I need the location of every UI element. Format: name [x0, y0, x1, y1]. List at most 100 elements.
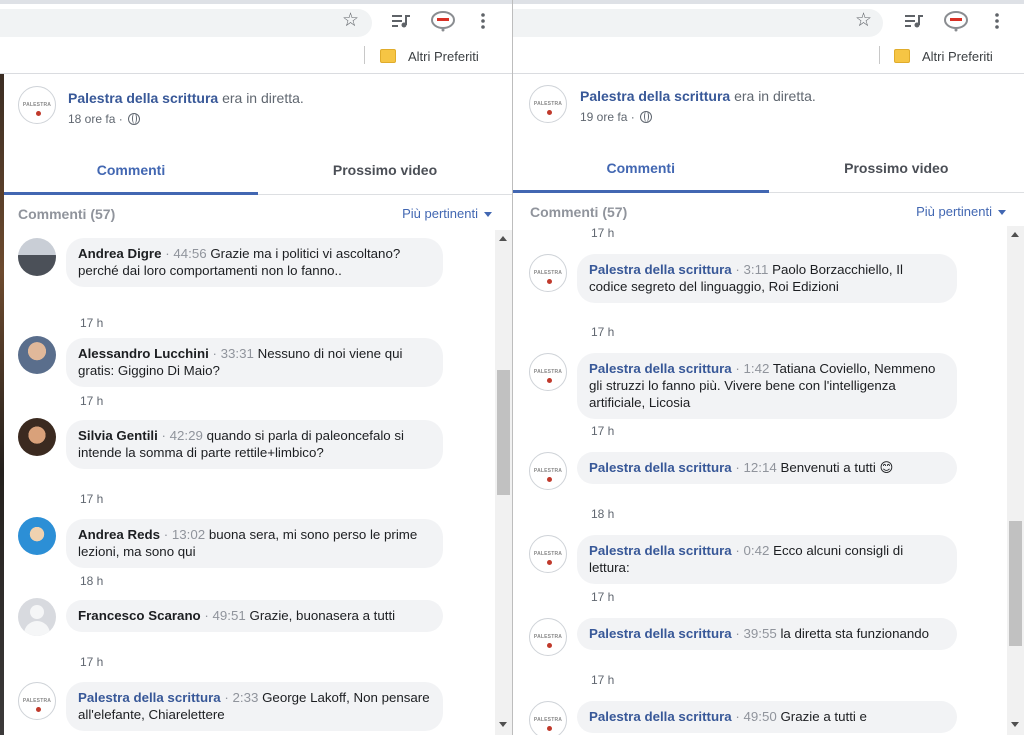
comment-bubble: Palestra della scrittura · 39:55 la dire… [577, 618, 957, 650]
avatar[interactable] [18, 418, 56, 456]
comment-video-timestamp[interactable]: 3:11 [743, 262, 768, 277]
comment-author[interactable]: Andrea Reds [78, 527, 160, 542]
address-bar[interactable] [513, 9, 883, 37]
bookmark-folder-other[interactable]: Altri Preferiti [894, 46, 993, 66]
comment-video-timestamp[interactable]: 1:42 [743, 361, 769, 376]
comment-video-timestamp[interactable]: 39:55 [743, 626, 776, 641]
address-bar[interactable] [0, 9, 372, 37]
comment-video-timestamp[interactable]: 13:02 [172, 527, 205, 542]
comment-time[interactable]: 17 h [591, 673, 614, 687]
comment-time[interactable]: 17 h [591, 424, 614, 438]
comment-video-timestamp[interactable]: 44:56 [173, 246, 206, 261]
kebab-menu-icon[interactable] [986, 10, 1008, 32]
scrollbar-thumb[interactable] [1009, 521, 1022, 646]
extension-icon[interactable] [943, 10, 969, 32]
avatar[interactable] [18, 598, 56, 636]
comment-time[interactable]: 17 h [591, 590, 614, 604]
bookmark-folder-other[interactable]: Altri Preferiti [380, 46, 479, 66]
avatar[interactable] [18, 238, 56, 276]
post-header: PALESTRA Palestra della scrittura era in… [4, 74, 512, 140]
scrollbar-thumb[interactable] [497, 370, 510, 495]
comment-author[interactable]: Alessandro Lucchini [78, 346, 209, 361]
comments-count: Commenti (57) [530, 204, 628, 220]
post-time-text: 19 ore fa · [580, 110, 635, 124]
comment-bubble: Palestra della scrittura · 0:42 Ecco alc… [577, 535, 957, 584]
page-avatar[interactable]: PALESTRA [18, 86, 56, 124]
scrollbar[interactable] [1007, 226, 1024, 735]
comments-list: 17 h PALESTRA Palestra della scrittura ·… [513, 226, 1007, 735]
bookmark-star-icon[interactable]: ☆ [342, 11, 359, 31]
comment-bubble: Palestra della scrittura · 49:50 Grazie … [577, 701, 957, 733]
comment-author[interactable]: Palestra della scrittura [78, 690, 221, 705]
post-time: 18 ore fa · [68, 112, 140, 126]
comment-time[interactable]: 17 h [591, 226, 614, 240]
comment-video-timestamp[interactable]: 42:29 [170, 428, 203, 443]
comment-author[interactable]: Palestra della scrittura [589, 543, 732, 558]
avatar[interactable]: PALESTRA [18, 682, 56, 720]
page-avatar[interactable]: PALESTRA [529, 85, 567, 123]
avatar[interactable]: PALESTRA [529, 535, 567, 573]
scroll-up-icon[interactable] [1011, 232, 1019, 237]
comment-time[interactable]: 17 h [80, 492, 103, 506]
comment-text: Grazie, buonasera a tutti [249, 608, 396, 623]
folder-icon [380, 49, 396, 63]
comment-video-timestamp[interactable]: 49:50 [743, 709, 776, 724]
post-status-text: era in diretta. [218, 90, 304, 106]
comment-video-timestamp[interactable]: 12:14 [743, 460, 776, 475]
comment-author[interactable]: Silvia Gentili [78, 428, 158, 443]
comment-bubble: Andrea Digre · 44:56 Grazie ma i politic… [66, 238, 443, 287]
kebab-menu-icon[interactable] [472, 10, 494, 32]
comment-author[interactable]: Palestra della scrittura [589, 361, 732, 376]
comment-bubble: Francesco Scarano · 49:51 Grazie, buonas… [66, 600, 443, 632]
comment-time[interactable]: 17 h [80, 655, 103, 669]
comment-bubble: Palestra della scrittura · 3:11 Paolo Bo… [577, 254, 957, 303]
comment-author[interactable]: Palestra della scrittura [589, 460, 732, 475]
page-name-link[interactable]: Palestra della scrittura [580, 88, 730, 104]
avatar[interactable]: PALESTRA [529, 618, 567, 656]
avatar[interactable]: PALESTRA [529, 254, 567, 292]
comment-author[interactable]: Andrea Digre [78, 246, 162, 261]
comment-text: Grazie a tutti e [780, 709, 867, 724]
media-playlist-icon[interactable] [390, 10, 412, 32]
page-name-link[interactable]: Palestra della scrittura [68, 90, 218, 106]
sort-dropdown[interactable]: Più pertinenti [402, 206, 492, 221]
comment-author[interactable]: Palestra della scrittura [589, 709, 732, 724]
tab-next-video[interactable]: Prossimo video [258, 145, 512, 194]
comment-bubble: Palestra della scrittura · 1:42 Tatiana … [577, 353, 957, 419]
comment-video-timestamp[interactable]: 49:51 [213, 608, 246, 623]
post-time: 19 ore fa · [580, 110, 652, 124]
comment-author[interactable]: Palestra della scrittura [589, 626, 732, 641]
avatar[interactable]: PALESTRA [529, 701, 567, 735]
chevron-down-icon [998, 210, 1006, 215]
comment-time[interactable]: 18 h [80, 574, 103, 588]
comment-video-timestamp[interactable]: 0:42 [743, 543, 769, 558]
tab-comments[interactable]: Commenti [513, 143, 769, 193]
comment-author[interactable]: Francesco Scarano [78, 608, 201, 623]
comment-bubble: Palestra della scrittura · 12:14 Benvenu… [577, 452, 957, 484]
tab-comments[interactable]: Commenti [4, 145, 258, 195]
right-window: ☆ Altri Preferiti PALESTRA Palestra dell… [512, 0, 1024, 735]
sort-dropdown[interactable]: Più pertinenti [916, 204, 1006, 219]
scroll-up-icon[interactable] [499, 236, 507, 241]
comment-video-timestamp[interactable]: 33:31 [221, 346, 254, 361]
tab-next-video[interactable]: Prossimo video [769, 143, 1024, 192]
comment-time[interactable]: 18 h [591, 507, 614, 521]
extension-icon[interactable] [430, 10, 456, 32]
tab-bar: Commenti Prossimo video [4, 145, 512, 195]
scroll-down-icon[interactable] [499, 722, 507, 727]
comment-time[interactable]: 17 h [80, 316, 103, 330]
avatar[interactable]: PALESTRA [529, 353, 567, 391]
avatar[interactable] [18, 517, 56, 555]
avatar[interactable] [18, 336, 56, 374]
avatar[interactable]: PALESTRA [529, 452, 567, 490]
comment-time[interactable]: 17 h [80, 394, 103, 408]
comment-video-timestamp[interactable]: 2:33 [232, 690, 258, 705]
comment-bubble: Palestra della scrittura · 2:33 George L… [66, 682, 443, 731]
comment-author[interactable]: Palestra della scrittura [589, 262, 732, 277]
bookmark-star-icon[interactable]: ☆ [855, 11, 872, 31]
comment-time[interactable]: 17 h [591, 325, 614, 339]
globe-icon [639, 111, 652, 123]
scroll-down-icon[interactable] [1011, 722, 1019, 727]
media-playlist-icon[interactable] [903, 10, 925, 32]
scrollbar[interactable] [495, 230, 512, 735]
